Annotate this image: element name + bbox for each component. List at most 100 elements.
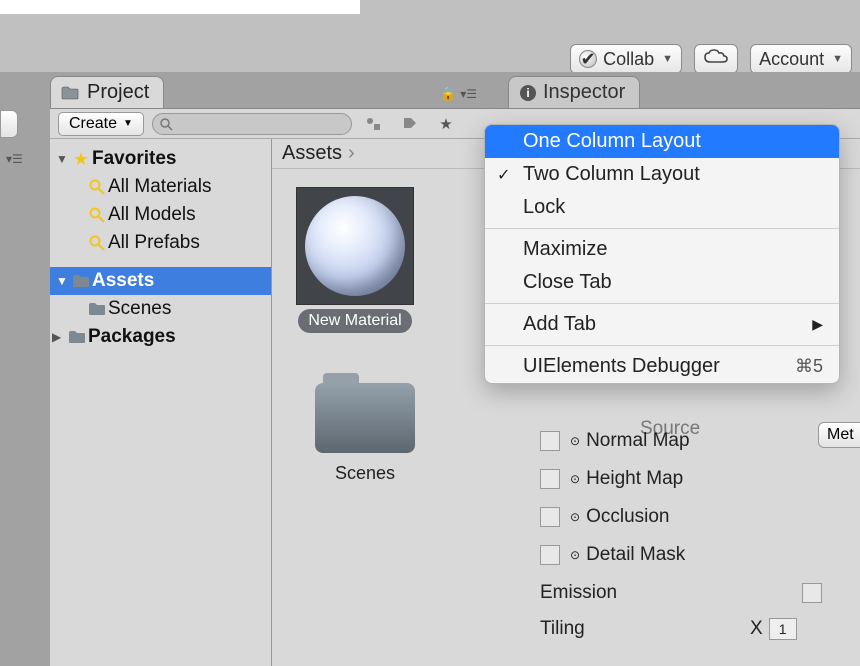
- filter-by-type-icon[interactable]: [360, 112, 388, 136]
- bullet-icon: ⊙: [570, 472, 580, 486]
- inspector-occlusion[interactable]: ⊙ Occlusion: [540, 498, 860, 536]
- panel-options-icon[interactable]: ▾☰: [460, 87, 477, 101]
- assets-label: Assets: [92, 270, 154, 292]
- menu-label: Maximize: [523, 238, 607, 261]
- search-icon: [86, 235, 108, 251]
- emission-checkbox[interactable]: [802, 583, 822, 603]
- menu-two-column-layout[interactable]: ✓ Two Column Layout: [485, 158, 839, 191]
- folder-icon: [61, 86, 79, 100]
- menu-maximize[interactable]: Maximize: [485, 233, 839, 266]
- panel-options-icon[interactable]: ▾☰: [6, 152, 23, 166]
- emission-label: Emission: [540, 582, 752, 604]
- collab-button[interactable]: ✔ Collab ▼: [570, 44, 682, 74]
- chevron-down-icon: ▼: [832, 53, 843, 65]
- folder-icon: [315, 373, 415, 453]
- texture-slot[interactable]: [540, 545, 560, 565]
- filter-by-label-icon[interactable]: [396, 112, 424, 136]
- bullet-icon: ⊙: [570, 548, 580, 562]
- scenes-label: Scenes: [108, 298, 171, 320]
- menu-label: UIElements Debugger: [523, 355, 720, 378]
- sidebar-favorites[interactable]: ▼ ★ Favorites: [50, 145, 271, 173]
- sidebar-scenes[interactable]: Scenes: [50, 295, 271, 323]
- svg-text:i: i: [526, 86, 529, 100]
- tiling-x-label: X: [750, 618, 763, 640]
- panel-context-menu: One Column Layout ✓ Two Column Layout Lo…: [484, 124, 840, 384]
- menu-close-tab[interactable]: Close Tab: [485, 266, 839, 299]
- chevron-down-icon: ▼: [662, 53, 673, 65]
- inspector-detail-mask[interactable]: ⊙ Detail Mask: [540, 536, 860, 574]
- texture-slot[interactable]: [540, 469, 560, 489]
- normal-map-label: Normal Map: [586, 430, 689, 452]
- account-button[interactable]: Account ▼: [750, 44, 852, 74]
- tiling-x-field[interactable]: 1: [769, 618, 797, 640]
- check-icon: ✓: [497, 165, 510, 185]
- bullet-icon: ⊙: [570, 510, 580, 524]
- fav-item-label: All Prefabs: [108, 232, 200, 254]
- inspector-tiling: Tiling X 1: [540, 612, 860, 646]
- create-label: Create: [69, 115, 117, 133]
- info-icon: i: [519, 84, 537, 102]
- account-label: Account: [759, 49, 824, 70]
- menu-separator: [485, 345, 839, 346]
- menu-label: One Column Layout: [523, 130, 701, 153]
- favorite-icon[interactable]: ★: [432, 112, 460, 136]
- fav-item-label: All Models: [108, 204, 196, 226]
- menu-one-column-layout[interactable]: One Column Layout: [485, 125, 839, 158]
- tiling-label: Tiling: [540, 618, 660, 640]
- menu-label: Close Tab: [523, 271, 612, 294]
- bullet-icon: ⊙: [570, 434, 580, 448]
- project-tab-label: Project: [87, 81, 149, 104]
- folder-icon: [66, 330, 88, 344]
- inspector-emission[interactable]: Emission: [540, 574, 860, 612]
- menu-lock[interactable]: Lock: [485, 191, 839, 224]
- sidebar-fav-all-materials[interactable]: All Materials: [50, 173, 271, 201]
- search-icon: [159, 117, 173, 131]
- collab-label: Collab: [603, 49, 654, 70]
- inspector-height-map[interactable]: ⊙ Height Map: [540, 460, 860, 498]
- asset-scenes-folder[interactable]: Scenes: [300, 373, 430, 484]
- project-sidebar: ▼ ★ Favorites All Materials All Models A…: [50, 139, 272, 666]
- inspector-normal-map[interactable]: ⊙ Normal Map: [540, 422, 860, 460]
- chevron-down-icon: ▼: [56, 274, 70, 288]
- star-icon: ★: [70, 149, 92, 170]
- detail-mask-label: Detail Mask: [586, 544, 685, 566]
- sidebar-fav-all-models[interactable]: All Models: [50, 201, 271, 229]
- asset-label: Scenes: [335, 463, 395, 484]
- inspector-tab-label: Inspector: [543, 81, 625, 104]
- collab-icon: ✔: [579, 50, 597, 68]
- tab-inspector[interactable]: i Inspector: [508, 76, 640, 108]
- search-icon: [86, 207, 108, 223]
- chevron-right-icon: ▶: [52, 330, 66, 344]
- tab-project[interactable]: Project: [50, 76, 164, 108]
- occlusion-label: Occlusion: [586, 506, 669, 528]
- menu-separator: [485, 228, 839, 229]
- chevron-right-icon: ›: [348, 142, 355, 165]
- favorites-label: Favorites: [92, 148, 176, 170]
- texture-slot[interactable]: [540, 431, 560, 451]
- texture-slot[interactable]: [540, 507, 560, 527]
- menu-separator: [485, 303, 839, 304]
- search-input[interactable]: [152, 113, 352, 135]
- create-button[interactable]: Create ▼: [58, 112, 144, 136]
- left-panel-stub[interactable]: [0, 110, 18, 138]
- packages-label: Packages: [88, 326, 176, 348]
- height-map-label: Height Map: [586, 468, 683, 490]
- sidebar-packages[interactable]: ▶ Packages: [50, 323, 271, 351]
- breadcrumb-root: Assets: [282, 142, 342, 165]
- menu-uielements-debugger[interactable]: UIElements Debugger ⌘5: [485, 350, 839, 383]
- cloud-button[interactable]: [694, 44, 738, 74]
- menu-label: Lock: [523, 196, 565, 219]
- sidebar-assets[interactable]: ▼ Assets: [50, 267, 271, 295]
- folder-icon: [70, 274, 92, 288]
- menu-label: Add Tab: [523, 313, 596, 336]
- sidebar-fav-all-prefabs[interactable]: All Prefabs: [50, 229, 271, 257]
- chevron-down-icon: ▼: [56, 152, 70, 166]
- chevron-right-icon: ▶: [812, 316, 823, 333]
- material-thumbnail: [296, 187, 414, 305]
- cloud-icon: [703, 49, 729, 70]
- folder-icon: [86, 302, 108, 316]
- search-icon: [86, 179, 108, 195]
- lock-icon[interactable]: 🔒: [440, 86, 456, 102]
- menu-shortcut: ⌘5: [795, 356, 823, 377]
- menu-add-tab[interactable]: Add Tab ▶: [485, 308, 839, 341]
